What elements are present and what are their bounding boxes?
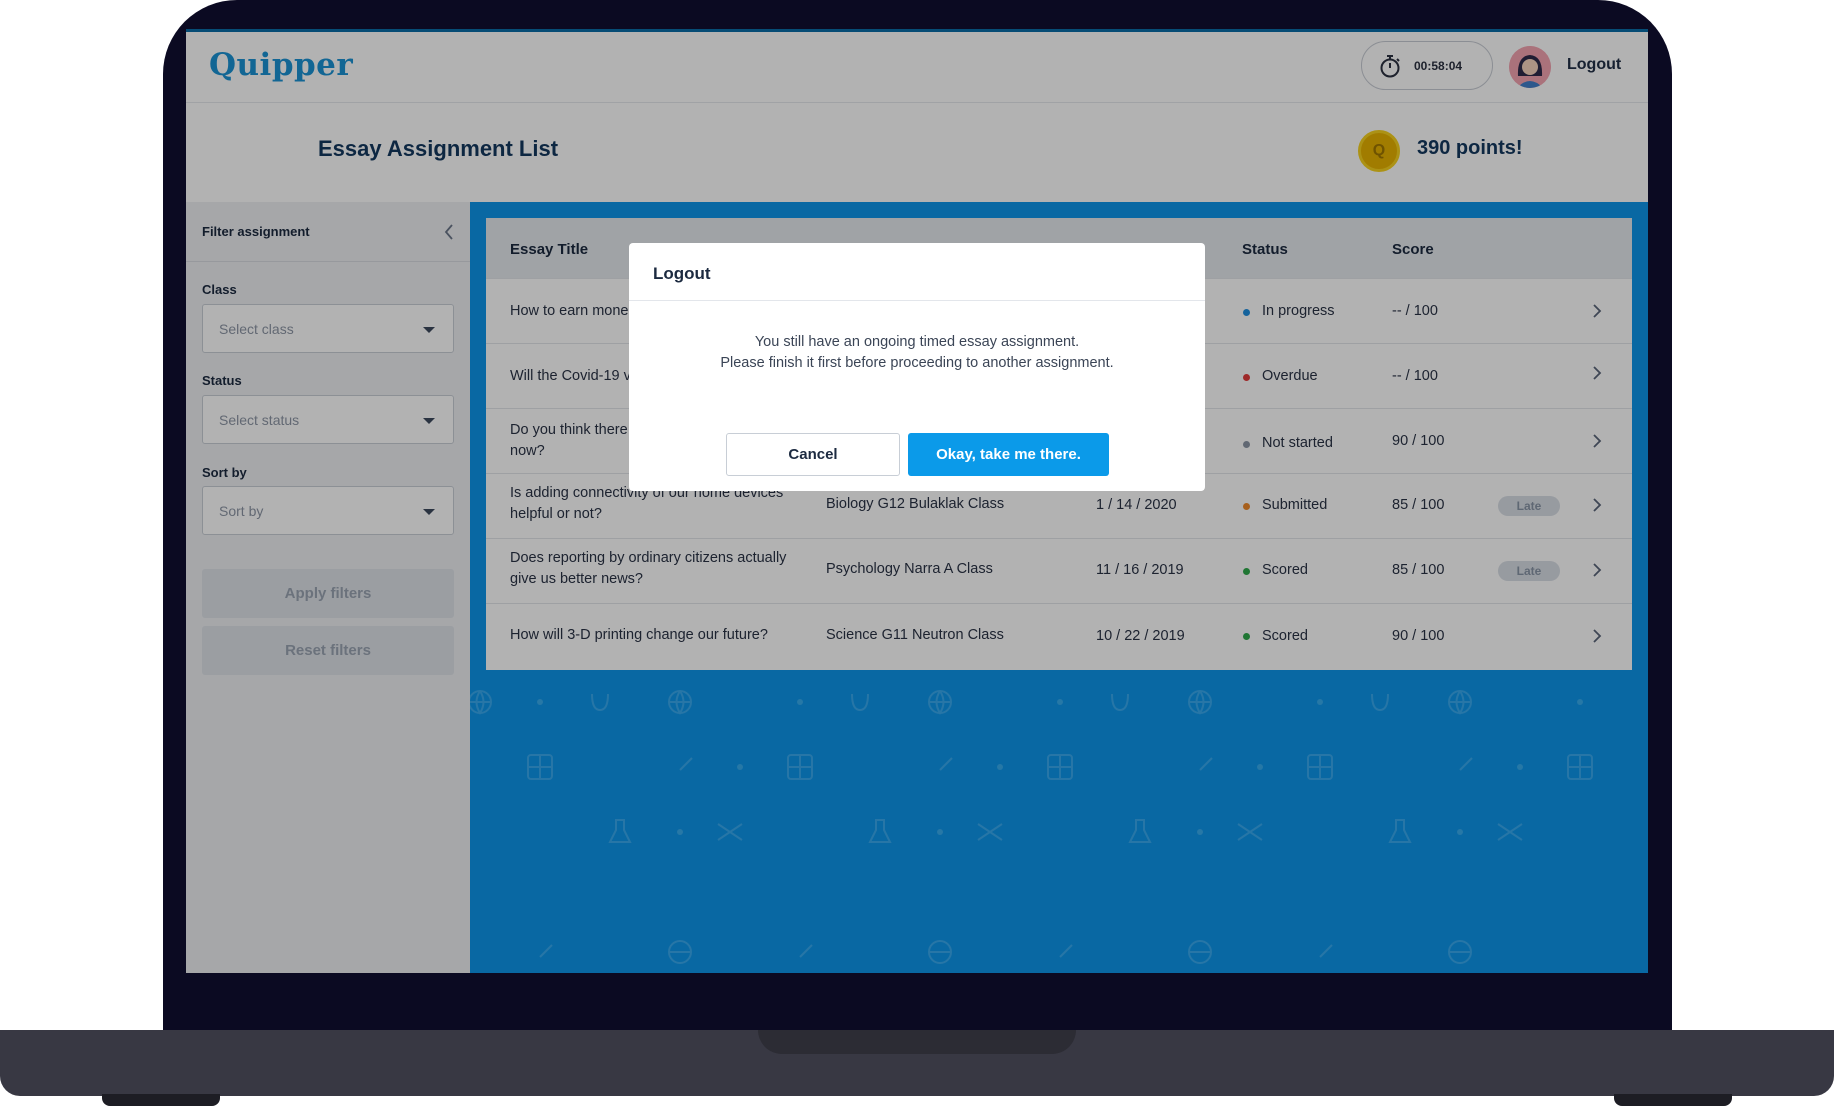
modal-divider <box>629 300 1205 301</box>
app-screen: Quipper 00:58:04 Logout Essay Assignment… <box>186 29 1648 973</box>
cancel-button[interactable]: Cancel <box>726 433 900 476</box>
modal-message-line1: You still have an ongoing timed essay as… <box>754 334 1080 350</box>
modal-overlay[interactable] <box>186 29 1648 973</box>
laptop-foot-right <box>1614 1094 1732 1106</box>
laptop-foot-left <box>102 1094 220 1106</box>
logout-modal: Logout You still have an ongoing timed e… <box>629 243 1205 491</box>
modal-message-line2: Please finish it first before proceeding… <box>720 355 1114 371</box>
modal-title: Logout <box>653 264 711 283</box>
confirm-button[interactable]: Okay, take me there. <box>908 433 1109 476</box>
modal-message: You still have an ongoing timed essay as… <box>629 332 1205 374</box>
laptop-notch <box>758 1030 1076 1054</box>
